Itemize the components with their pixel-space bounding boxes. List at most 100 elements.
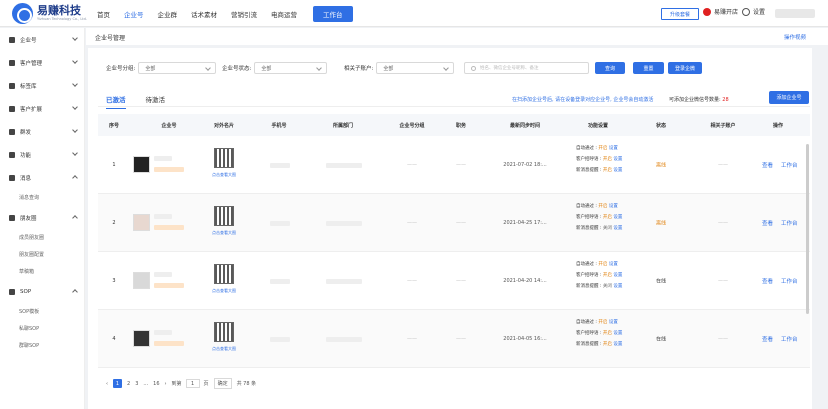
sidebar-sub-drafts[interactable]: 草稿箱 bbox=[0, 263, 84, 280]
sidebar-item-tags[interactable]: 标签库 bbox=[0, 74, 84, 97]
workbench-button[interactable]: 工作台 bbox=[313, 5, 353, 22]
qr-view-link[interactable]: 点击查看大图 bbox=[212, 346, 236, 352]
chevron-down-icon bbox=[72, 104, 78, 110]
setting-link[interactable]: 设置 bbox=[609, 146, 618, 151]
setting-link[interactable]: 设置 bbox=[613, 226, 622, 231]
setting-link[interactable]: 设置 bbox=[609, 262, 618, 267]
sidebar-item-enterprise[interactable]: 企业号 bbox=[0, 28, 84, 51]
app-logo[interactable]: 易赚科技 Yizhuan Technology Co., Ltd. bbox=[12, 3, 87, 24]
sidebar-item-expansion[interactable]: 客户扩展 bbox=[0, 97, 84, 120]
page-ellipsis[interactable]: ... bbox=[143, 381, 148, 387]
sidebar-item-functions[interactable]: 功能 bbox=[0, 143, 84, 166]
col-account: 企业号 bbox=[161, 123, 177, 129]
workbench-link[interactable]: 工作台 bbox=[781, 161, 798, 169]
qr-code[interactable] bbox=[214, 148, 234, 168]
related-value: —— bbox=[718, 220, 728, 226]
page-title: 企业号管理 bbox=[95, 35, 126, 42]
workbench-link[interactable]: 工作台 bbox=[781, 335, 798, 343]
qr-code[interactable] bbox=[214, 264, 234, 284]
qr-view-link[interactable]: 点击查看大图 bbox=[212, 288, 236, 294]
chevron-up-icon bbox=[72, 289, 78, 295]
account-tag bbox=[154, 225, 184, 230]
moments-icon bbox=[9, 214, 15, 221]
app-subtitle: Yizhuan Technology Co., Ltd. bbox=[37, 17, 87, 21]
view-button[interactable]: 查看 bbox=[762, 335, 773, 343]
view-button[interactable]: 查看 bbox=[762, 219, 773, 227]
setting-link[interactable]: 设置 bbox=[613, 168, 622, 173]
setting-link[interactable]: 设置 bbox=[613, 273, 622, 278]
query-button[interactable]: 查询 bbox=[595, 62, 625, 74]
sidebar-sub-message-query[interactable]: 消息查询 bbox=[0, 189, 84, 206]
workbench-link[interactable]: 工作台 bbox=[781, 277, 798, 285]
nav-ecommerce[interactable]: 电商运营 bbox=[271, 9, 297, 19]
user-icon bbox=[9, 36, 15, 43]
setting-link[interactable]: 设置 bbox=[609, 204, 618, 209]
store-label: 易赚开店 bbox=[714, 9, 739, 16]
related-value: —— bbox=[718, 336, 728, 342]
sidebar-item-sop[interactable]: SOP bbox=[0, 280, 84, 303]
settings-link[interactable]: 设置 bbox=[742, 7, 765, 16]
search-input[interactable]: 姓名、微信企业号昵称、备注 bbox=[464, 62, 589, 74]
qr-view-link[interactable]: 点击查看大图 bbox=[212, 172, 236, 178]
page-16[interactable]: 16 bbox=[153, 381, 159, 387]
nav-marketing[interactable]: 营销引流 bbox=[231, 9, 257, 19]
setting-link[interactable]: 设置 bbox=[613, 284, 622, 289]
related-filter-select[interactable]: 全部 bbox=[376, 62, 455, 74]
function-icon bbox=[9, 151, 15, 158]
sidebar-sub-group-sop[interactable]: 群聊SOP bbox=[0, 337, 84, 354]
page-3[interactable]: 3 bbox=[135, 381, 138, 387]
sidebar-sub-member-moments[interactable]: 成员朋友圈 bbox=[0, 229, 84, 246]
next-page-icon[interactable]: › bbox=[165, 381, 167, 387]
setting-link[interactable]: 设置 bbox=[613, 342, 622, 347]
qr-code[interactable] bbox=[214, 206, 234, 226]
workbench-link[interactable]: 工作台 bbox=[781, 219, 798, 227]
table-scrollbar[interactable] bbox=[806, 144, 809, 314]
chevron-up-icon bbox=[72, 215, 78, 221]
sync-time: 2021-04-05 16:... bbox=[503, 336, 547, 342]
top-nav: 首页 企业号 企业群 话术素材 营销引流 电商运营 工作台 bbox=[97, 0, 367, 27]
chevron-up-icon bbox=[72, 175, 78, 181]
upgrade-button[interactable]: 升级套餐 bbox=[661, 8, 699, 20]
goto-input[interactable]: 1 bbox=[185, 379, 200, 388]
setting-link[interactable]: 设置 bbox=[613, 215, 622, 220]
sidebar-sub-sop-template[interactable]: SOP模板 bbox=[0, 303, 84, 320]
search-icon bbox=[471, 65, 476, 71]
department-value bbox=[326, 163, 362, 168]
function-settings: 自动通过 : 开启 设置 客户招呼语 : 开启 设置 新消息提醒 : 开启 设置 bbox=[576, 146, 623, 173]
setting-link[interactable]: 设置 bbox=[609, 320, 618, 325]
video-link[interactable]: 操作视频 bbox=[784, 33, 806, 41]
page-current[interactable]: 1 bbox=[113, 379, 122, 388]
view-button[interactable]: 查看 bbox=[762, 161, 773, 169]
group-filter-select[interactable]: 全部 bbox=[138, 62, 217, 74]
sidebar-sub-moments-config[interactable]: 朋友圈配置 bbox=[0, 246, 84, 263]
page-2[interactable]: 2 bbox=[127, 381, 130, 387]
login-wecom-button[interactable]: 登录企微 bbox=[668, 62, 702, 74]
sidebar-item-messages[interactable]: 消息 bbox=[0, 166, 84, 189]
qr-code[interactable] bbox=[214, 322, 234, 342]
store-link[interactable]: 易赚开店 bbox=[703, 7, 738, 16]
status-badge: 离线 bbox=[655, 220, 667, 227]
sidebar-item-broadcast[interactable]: 群发 bbox=[0, 120, 84, 143]
reset-button[interactable]: 重置 bbox=[633, 62, 664, 74]
qr-view-link[interactable]: 点击查看大图 bbox=[212, 230, 236, 236]
sidebar-item-moments[interactable]: 朋友圈 bbox=[0, 206, 84, 229]
nav-scripts[interactable]: 话术素材 bbox=[191, 9, 217, 19]
position-value: —— bbox=[456, 278, 466, 284]
add-account-button[interactable]: 添加企业号 bbox=[769, 91, 809, 104]
sidebar-item-customers[interactable]: 客户管理 bbox=[0, 51, 84, 74]
sidebar-sub-private-sop[interactable]: 私聊SOP bbox=[0, 320, 84, 337]
status-filter-select[interactable]: 全部 bbox=[254, 62, 328, 74]
top-bar: 易赚科技 Yizhuan Technology Co., Ltd. 首页 企业号… bbox=[0, 0, 828, 27]
avatar bbox=[133, 272, 150, 289]
status-badge: 在线 bbox=[655, 278, 667, 285]
user-account[interactable] bbox=[775, 9, 815, 18]
view-button[interactable]: 查看 bbox=[762, 277, 773, 285]
prev-page-icon[interactable]: ‹ bbox=[106, 381, 108, 387]
goto-confirm-button[interactable]: 确定 bbox=[213, 378, 232, 389]
nav-enterprise-group[interactable]: 企业群 bbox=[158, 9, 178, 19]
setting-link[interactable]: 设置 bbox=[613, 331, 622, 336]
setting-link[interactable]: 设置 bbox=[613, 157, 622, 162]
nav-enterprise-account[interactable]: 企业号 bbox=[124, 9, 144, 19]
row-index: 4 bbox=[112, 336, 116, 342]
nav-home[interactable]: 首页 bbox=[97, 9, 110, 19]
